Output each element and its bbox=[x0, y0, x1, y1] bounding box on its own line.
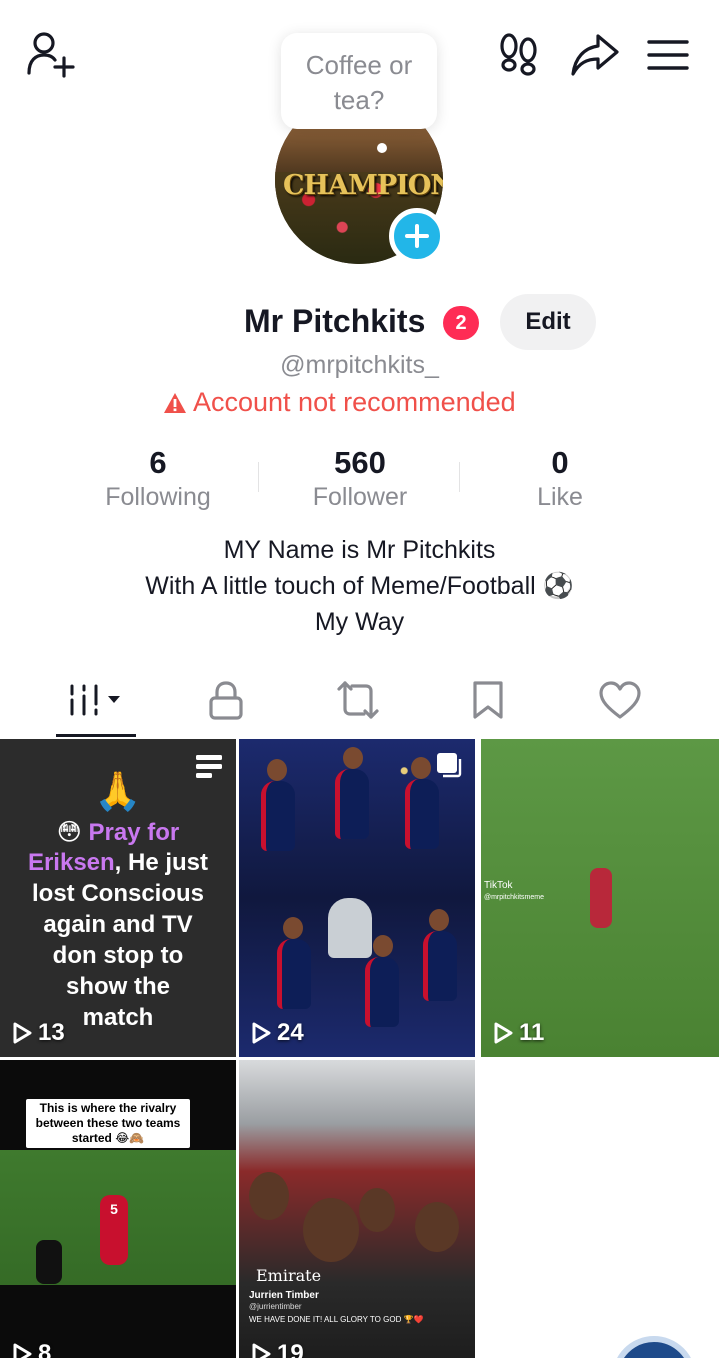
tiktok-watermark-logo: TikTok bbox=[484, 880, 513, 891]
play-icon bbox=[494, 1022, 513, 1044]
avatar-champions-text: CHAMPIONS bbox=[283, 170, 443, 201]
following-count: 6 bbox=[149, 445, 167, 480]
view-count-text: 24 bbox=[277, 1019, 304, 1046]
tile-1-line-2-rest: , He just bbox=[114, 849, 209, 876]
tile-1-line-7: match bbox=[82, 1004, 154, 1031]
player-figure bbox=[335, 769, 369, 839]
tiktok-watermark: TikTok @mrpitchkitsmeme bbox=[484, 880, 544, 904]
warning-text: Account not recommended bbox=[193, 387, 516, 417]
grid-icon bbox=[70, 684, 120, 716]
view-count: 11 bbox=[493, 1019, 544, 1047]
player-head bbox=[283, 917, 303, 939]
play-icon bbox=[252, 1022, 271, 1044]
player-face bbox=[249, 1172, 289, 1220]
overlay-quote: WE HAVE DONE IT! ALL GLORY TO GOD 🏆❤️ bbox=[249, 1315, 424, 1324]
likes-stat[interactable]: 0 Like bbox=[460, 446, 660, 514]
tile-1-line-1: 😳 Pray for bbox=[0, 818, 236, 847]
display-name: Mr Pitchkits bbox=[244, 303, 426, 339]
floating-action-button[interactable] bbox=[612, 1336, 696, 1358]
multi-photo-icon bbox=[437, 753, 462, 778]
play-icon bbox=[252, 1343, 271, 1358]
bio-line-1: MY Name is Mr Pitchkits bbox=[223, 536, 496, 564]
tab-liked[interactable] bbox=[584, 672, 656, 728]
repost-icon bbox=[337, 681, 379, 719]
note-tail-dot bbox=[377, 143, 387, 153]
player-figure bbox=[365, 957, 399, 1027]
player-face bbox=[415, 1202, 459, 1252]
player-number: 5 bbox=[110, 1201, 118, 1217]
tile-1-line-2: Eriksen, He just bbox=[0, 849, 236, 877]
username[interactable]: @mrpitchkits_ bbox=[0, 351, 719, 380]
bio-line-3: My Way bbox=[314, 608, 405, 636]
tab-videos[interactable] bbox=[56, 672, 136, 728]
tile-1-line-4: again and TV bbox=[43, 911, 193, 938]
following-label: Following bbox=[105, 483, 211, 511]
overlay-handle: @jurrientimber bbox=[249, 1302, 302, 1311]
tile-1-line-6: show the bbox=[65, 973, 170, 1000]
followers-stat[interactable]: 560 Follower bbox=[260, 446, 460, 514]
player-head bbox=[267, 759, 287, 781]
warning-icon bbox=[164, 392, 186, 413]
player-figure bbox=[423, 931, 457, 1001]
video-tile-5[interactable]: 19 bbox=[239, 1060, 475, 1358]
tab-private[interactable] bbox=[190, 672, 262, 728]
player-figure bbox=[277, 939, 311, 1009]
tile-4-caption: This is where the rivalry between these … bbox=[26, 1099, 190, 1148]
likes-count: 0 bbox=[551, 445, 569, 480]
player-head bbox=[429, 909, 449, 931]
play-icon bbox=[13, 1343, 32, 1358]
note-line-1: Coffee or bbox=[305, 50, 413, 80]
overlay-name: Jurrien Timber bbox=[249, 1290, 319, 1301]
add-friend-icon[interactable] bbox=[24, 30, 78, 80]
tile-1-highlight-2: Eriksen bbox=[27, 849, 115, 876]
heart-icon bbox=[599, 681, 641, 719]
player-figure bbox=[261, 781, 295, 851]
stat-divider bbox=[258, 462, 259, 492]
player-figure: 5 bbox=[100, 1195, 128, 1265]
tile-1-flushed-emoji: 😳 bbox=[56, 819, 82, 846]
footprint-icon[interactable] bbox=[496, 32, 542, 78]
emirates-sponsor-text: Emirate bbox=[256, 1266, 322, 1285]
tile-1-line-5: don stop to bbox=[52, 942, 184, 969]
followers-label: Follower bbox=[312, 483, 408, 511]
notification-badge[interactable]: 2 bbox=[443, 306, 479, 340]
following-stat[interactable]: 6 Following bbox=[58, 446, 258, 514]
player-figure bbox=[590, 868, 612, 928]
player-face bbox=[303, 1198, 359, 1262]
tab-indicator bbox=[56, 734, 136, 737]
tab-favorites[interactable] bbox=[452, 672, 524, 728]
view-count-text: 8 bbox=[38, 1340, 52, 1358]
tile-1-emoji: 🙏 bbox=[94, 771, 142, 813]
tab-reposts[interactable] bbox=[322, 672, 394, 728]
tiktok-watermark-handle: @mrpitchkitsmeme bbox=[484, 894, 545, 901]
note-bubble[interactable]: Coffee or tea? bbox=[281, 33, 437, 129]
bookmark-icon bbox=[473, 681, 503, 719]
player-head bbox=[373, 935, 393, 957]
player-head bbox=[411, 757, 431, 779]
add-story-button[interactable] bbox=[389, 208, 445, 264]
view-count: 24 bbox=[251, 1019, 304, 1047]
lock-icon bbox=[209, 681, 243, 720]
account-warning[interactable]: Account not recommended bbox=[163, 387, 516, 418]
view-count-text: 11 bbox=[519, 1019, 545, 1046]
referee-figure bbox=[36, 1240, 62, 1284]
menu-icon[interactable] bbox=[646, 38, 690, 72]
note-line-2: tea? bbox=[333, 85, 385, 115]
bio-line-2: With A little touch of Meme/Football ⚽ bbox=[145, 572, 574, 600]
note-text: Coffee or tea? bbox=[281, 48, 437, 118]
edit-profile-button[interactable]: Edit bbox=[500, 294, 596, 350]
player-figure bbox=[405, 779, 439, 849]
player-face bbox=[359, 1188, 395, 1232]
share-icon[interactable] bbox=[570, 32, 620, 78]
likes-label: Like bbox=[537, 483, 583, 511]
view-count: 8 bbox=[12, 1340, 51, 1358]
player-head bbox=[343, 747, 363, 769]
trophy bbox=[328, 898, 372, 958]
view-count-text: 19 bbox=[277, 1340, 304, 1358]
tile-1-highlight-1: Pray for bbox=[88, 819, 180, 846]
view-count: 19 bbox=[251, 1340, 304, 1358]
followers-count: 560 bbox=[334, 445, 386, 480]
tile-1-line-3: lost Conscious bbox=[31, 880, 205, 907]
